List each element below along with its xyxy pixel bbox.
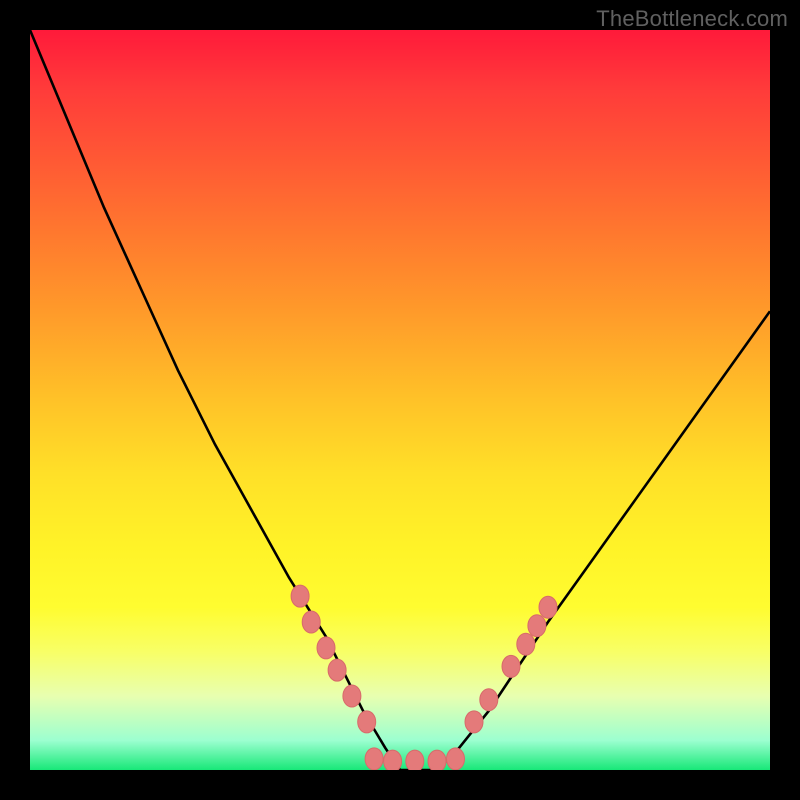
bottom-marker-4 [428,750,446,770]
bottom-marker-2 [384,750,402,770]
bottom-marker-1 [365,748,383,770]
bottom-marker-5 [447,748,465,770]
watermark-text: TheBottleneck.com [596,6,788,32]
right-marker-3 [502,655,520,677]
bottleneck-curve-path [30,30,770,770]
right-marker-4 [517,633,535,655]
left-marker-2 [302,611,320,633]
chart-svg [30,30,770,770]
markers-group [291,585,557,770]
left-marker-6 [358,711,376,733]
bottom-marker-3 [406,750,424,770]
chart-frame: TheBottleneck.com [0,0,800,800]
left-marker-1 [291,585,309,607]
right-marker-6 [539,596,557,618]
right-marker-5 [528,615,546,637]
right-marker-1 [465,711,483,733]
left-marker-3 [317,637,335,659]
left-marker-5 [343,685,361,707]
left-marker-4 [328,659,346,681]
right-marker-2 [480,689,498,711]
plot-area [30,30,770,770]
